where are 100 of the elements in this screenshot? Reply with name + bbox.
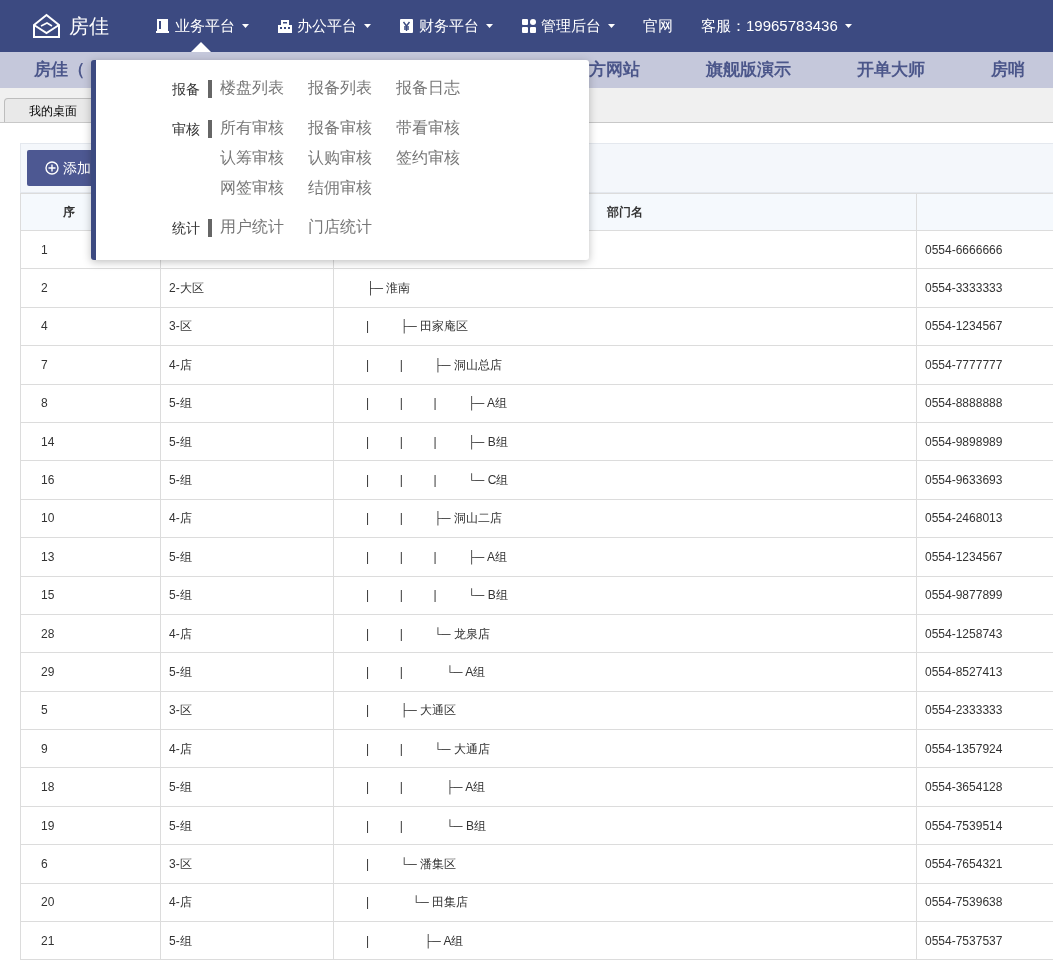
table-cell-text: | | └─ 大通店 — [366, 740, 490, 758]
caret-icon — [486, 23, 493, 29]
currency-box-icon — [399, 18, 415, 34]
table-cell-text: | └─ 潘集区 — [366, 855, 457, 873]
table-cell-text: 5-组 — [169, 587, 192, 605]
table-cell-text: 0554-8527413 — [925, 664, 1003, 681]
table-cell-text: 14 — [41, 433, 55, 451]
caret-icon — [844, 23, 852, 29]
table-cell-text: 4-店 — [169, 625, 192, 643]
table-cell-text: | | | ├─ A组 — [366, 395, 508, 413]
menu-item[interactable]: 结佣审核 — [308, 178, 396, 197]
table-cell-text: 3-区 — [169, 318, 192, 336]
menu-item[interactable]: 所有审核 — [220, 118, 308, 137]
table-cell-text: 0554-7539638 — [925, 894, 1003, 912]
table-cell-text: 6 — [41, 855, 48, 873]
table-cell-text: 13 — [41, 548, 55, 566]
column-header: 部门名 — [607, 204, 643, 221]
table-cell-text: 0554-9877899 — [925, 587, 1003, 605]
table-cell-text: 4 — [41, 318, 48, 336]
table-cell-text: 0554-7777777 — [925, 356, 1003, 374]
book-icon — [155, 18, 171, 34]
nav-menu[interactable]: 业务平台 — [155, 0, 249, 52]
table-cell-text: 5-组 — [169, 433, 192, 451]
table-cell-text: 5 — [41, 702, 48, 720]
caret-icon — [364, 23, 371, 29]
menu-item[interactable]: 报备列表 — [308, 78, 396, 98]
table-cell-text: 16 — [41, 472, 55, 490]
table-cell-text: | | | └─ B组 — [366, 587, 508, 605]
table-cell-text: | | ├─ A组 — [366, 779, 486, 797]
menu-pointer-icon — [191, 42, 211, 52]
menu-item[interactable]: 门店统计 — [308, 217, 396, 237]
nav-menu[interactable]: 财务平台 — [399, 0, 493, 52]
banner-link[interactable]: 房佳（ — [34, 57, 85, 83]
table-cell-text: | | ├─ 洞山二店 — [366, 510, 502, 528]
table-cell-text: 0554-1357924 — [925, 740, 1003, 758]
table-cell-text: 0554-2333333 — [925, 702, 1003, 720]
table-cell-text: 4-店 — [169, 356, 192, 374]
table-cell-text: 19 — [41, 817, 55, 835]
table-cell-text: 0554-7537537 — [925, 932, 1003, 950]
menu-item[interactable]: 报备审核 — [308, 118, 396, 137]
table-cell-text: 3-区 — [169, 702, 192, 720]
nav-menu[interactable]: 办公平台 — [277, 0, 371, 52]
building-icon — [277, 18, 293, 34]
table-cell-text: 4-店 — [169, 894, 192, 912]
menu-group-label: 统计 — [172, 219, 212, 237]
table-cell-text: 0554-1258743 — [925, 625, 1003, 643]
banner-link[interactable]: 方网站 — [589, 57, 640, 83]
table-cell-text: | | └─ 龙泉店 — [366, 625, 490, 643]
table-cell-text: 5-组 — [169, 395, 192, 413]
table-cell-text: 2 — [41, 280, 48, 298]
table-cell-text: 0554-1234567 — [925, 548, 1003, 566]
table-cell-text: | | | ├─ A组 — [366, 548, 508, 566]
table-cell-text: 0554-3333333 — [925, 280, 1003, 298]
grid-icon — [521, 18, 537, 34]
table-cell-text: 0554-9633693 — [925, 472, 1003, 490]
table-cell-text: 15 — [41, 587, 55, 605]
banner-link[interactable]: 旗舰版演示 — [706, 57, 791, 83]
table-cell-text: 0554-6666666 — [925, 241, 1003, 259]
caret-icon — [242, 23, 249, 29]
menu-item[interactable]: 签约审核 — [396, 148, 484, 167]
menu-item[interactable]: 带看审核 — [396, 118, 484, 137]
banner-link[interactable]: 房哨 — [991, 57, 1025, 83]
table-cell-text: 4-店 — [169, 740, 192, 758]
table-cell-text: | ├─ 大通区 — [366, 702, 457, 720]
menu-item[interactable]: 用户统计 — [220, 217, 308, 237]
table-cell-text: 10 — [41, 510, 55, 528]
nav-link[interactable]: 官网 — [643, 0, 673, 52]
menu-item[interactable]: 报备日志 — [396, 78, 484, 98]
menu-item[interactable]: 认筹审核 — [220, 148, 308, 167]
table-cell-text: 0554-1234567 — [925, 318, 1003, 336]
table-cell-text: | | └─ B组 — [366, 817, 486, 835]
menu-item[interactable]: 网签审核 — [220, 178, 308, 197]
table-cell-text: 8 — [41, 395, 48, 413]
banner-link[interactable]: 开单大师 — [857, 57, 925, 83]
caret-icon — [608, 23, 615, 29]
nav-menu[interactable]: 客服：19965783436 — [701, 0, 852, 52]
table-cell-text: 0554-7539514 — [925, 817, 1003, 835]
table-cell-text: | ├─ 田家庵区 — [366, 318, 469, 336]
plus-circle-icon — [45, 161, 59, 175]
table-cell-text: 5-组 — [169, 472, 192, 490]
menu-item[interactable]: 认购审核 — [308, 148, 396, 167]
table-cell-text: | | | └─ C组 — [366, 472, 509, 490]
table-cell-text: 18 — [41, 779, 55, 797]
table-cell-text: 2-大区 — [169, 280, 204, 298]
nav-menu[interactable]: 管理后台 — [521, 0, 615, 52]
table-cell-text: 0554-2468013 — [925, 510, 1003, 528]
table-cell-text: | └─ 田集店 — [366, 894, 469, 912]
table-cell-text: 0554-7654321 — [925, 855, 1003, 873]
table-cell-text: 20 — [41, 894, 55, 912]
brand-logo[interactable]: 房佳 — [32, 11, 140, 41]
table-cell-text: 28 — [41, 625, 55, 643]
table-cell-text: | | | ├─ B组 — [366, 433, 508, 451]
table-cell-text: 9 — [41, 740, 48, 758]
table-cell-text: 3-区 — [169, 855, 192, 873]
menu-item[interactable]: 楼盘列表 — [220, 78, 308, 98]
table-cell-text: 21 — [41, 932, 55, 950]
house-envelope-icon — [32, 13, 61, 39]
table-cell-text: 5-组 — [169, 817, 192, 835]
table-cell-text: 0554-8888888 — [925, 395, 1003, 413]
menu-group-label: 报备 — [172, 80, 212, 98]
